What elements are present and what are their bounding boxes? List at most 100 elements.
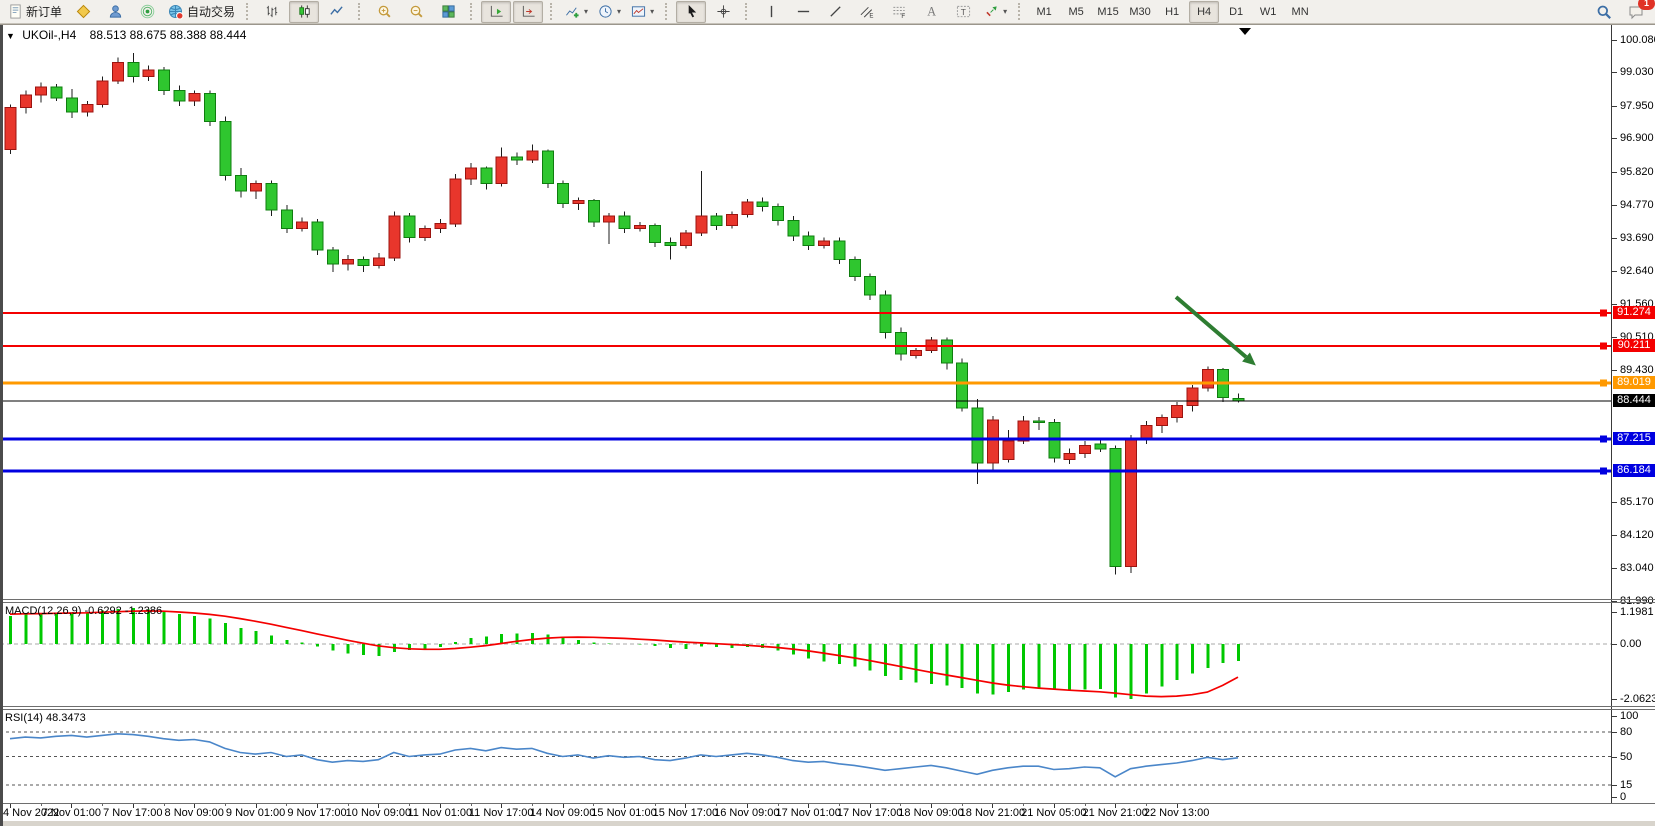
panel-separator[interactable] (0, 709, 1655, 710)
chat-button-wrap: 1 (1621, 1, 1651, 23)
scale-tick (1612, 172, 1617, 173)
chart-shift-marker-icon[interactable] (1239, 28, 1251, 35)
trendline-button[interactable] (820, 1, 850, 23)
scale-tick (1612, 72, 1617, 73)
toolbar-separator (358, 3, 362, 20)
bottom-strip (0, 821, 1655, 826)
scale-tick (1612, 502, 1617, 503)
chevron-down-icon[interactable]: ▾ (650, 7, 654, 16)
chat-unread-badge: 1 (1638, 0, 1655, 10)
scale-tick (1612, 612, 1617, 613)
panel-separator[interactable] (0, 706, 1655, 707)
horizontal-line-objects[interactable] (0, 310, 1611, 475)
timeframe-H1[interactable]: H1 (1157, 1, 1187, 23)
toolbar: 新订单 自动交易 ▾ ▾ ▾ E FA T ▾ M1M5M15M30H1H4D1W1MN 1 (0, 0, 1655, 24)
price-badge: 89.019 (1613, 376, 1655, 389)
timeframe-M1[interactable]: M1 (1029, 1, 1059, 23)
chart-shift-button[interactable] (513, 1, 543, 23)
auto-scroll-button[interactable] (481, 1, 511, 23)
scale-tick (1612, 271, 1617, 272)
timeframe-H4[interactable]: H4 (1189, 1, 1219, 23)
scale-tick (1612, 535, 1617, 536)
scale-tick (1612, 732, 1617, 733)
bars-icon (265, 4, 280, 19)
price-chart[interactable] (0, 25, 1611, 602)
arrow-annotation[interactable] (1176, 297, 1256, 365)
autotrading-button[interactable]: 自动交易 (164, 1, 239, 23)
scale-tick (1612, 138, 1617, 139)
price-scale[interactable]: 100.08099.03097.95096.90095.82094.77093.… (1611, 25, 1655, 803)
rsi-scale-label: 80 (1620, 726, 1632, 738)
templates-button[interactable]: ▾ (627, 1, 658, 23)
rsi-scale-label: 50 (1620, 751, 1632, 763)
time-axis[interactable]: 4 Nov 20227 Nov 01:007 Nov 17:008 Nov 09… (0, 803, 1655, 821)
macd-scale-label: -2.0623 (1620, 693, 1655, 705)
fibonacci-button[interactable]: F (884, 1, 914, 23)
virtual-hosting-button[interactable] (100, 1, 130, 23)
timeframe-D1[interactable]: D1 (1221, 1, 1251, 23)
zoom-in-icon (377, 4, 392, 19)
scale-tick (1612, 337, 1617, 338)
time-label: 16 Nov 09:00 (714, 807, 779, 819)
bar-chart-button[interactable] (257, 1, 287, 23)
periods-button[interactable]: ▾ (594, 1, 625, 23)
person-icon (108, 4, 123, 19)
cursor-button[interactable] (676, 1, 706, 23)
scale-tick (1612, 40, 1617, 41)
timeframe-M5[interactable]: M5 (1061, 1, 1091, 23)
timeframe-M15[interactable]: M15 (1093, 1, 1123, 23)
price-tick-label: 100.080 (1620, 34, 1655, 46)
signals-button[interactable] (132, 1, 162, 23)
panel-separator[interactable] (0, 599, 1655, 600)
rsi-panel[interactable] (0, 709, 1611, 803)
horizontal-line-button[interactable] (788, 1, 818, 23)
mql5-community-button[interactable] (68, 1, 98, 23)
page-icon (8, 4, 23, 19)
tile-windows-button[interactable] (433, 1, 463, 23)
chevron-down-icon[interactable]: ▾ (584, 7, 588, 16)
chartshift-icon (521, 4, 536, 19)
crosshair-button[interactable] (708, 1, 738, 23)
trend-icon (828, 4, 843, 19)
crosshair-icon (716, 4, 731, 19)
svg-text:E: E (869, 13, 873, 19)
template-icon (631, 4, 646, 19)
equidistant-channel-button[interactable]: E (852, 1, 882, 23)
macd-panel[interactable] (0, 602, 1611, 709)
rsi-scale-label: 100 (1620, 710, 1638, 722)
text-a-icon: A (924, 4, 939, 19)
timeframe-MN[interactable]: MN (1285, 1, 1315, 23)
candlestick-chart-button[interactable] (289, 1, 319, 23)
scale-tick (1612, 785, 1617, 786)
panel-separator[interactable] (0, 602, 1655, 603)
axis-border (0, 803, 1655, 804)
zoom-out-button[interactable] (401, 1, 431, 23)
vertical-line-button[interactable] (756, 1, 786, 23)
new-order-button[interactable]: 新订单 (4, 1, 66, 23)
text-button[interactable]: A (916, 1, 946, 23)
line-chart-button[interactable] (321, 1, 351, 23)
toolbar-separator (246, 3, 250, 20)
cursor-icon (684, 4, 699, 19)
scale-tick (1612, 370, 1617, 371)
time-label: 17 Nov 17:00 (837, 807, 902, 819)
shapes-icon (984, 4, 999, 19)
symbol-collapse-icon[interactable]: ▼ (6, 31, 15, 41)
chevron-down-icon[interactable]: ▾ (1003, 7, 1007, 16)
time-label: 14 Nov 09:00 (530, 807, 595, 819)
svg-text:T: T (960, 7, 965, 17)
text-label-button[interactable]: T (948, 1, 978, 23)
chevron-down-icon[interactable]: ▾ (617, 7, 621, 16)
new-order-button-label: 新订单 (26, 3, 62, 20)
indicators-button[interactable]: ▾ (561, 1, 592, 23)
timeframe-M30[interactable]: M30 (1125, 1, 1155, 23)
time-label: 8 Nov 09:00 (165, 807, 224, 819)
time-label: 7 Nov 01:00 (42, 807, 101, 819)
timeframe-W1[interactable]: W1 (1253, 1, 1283, 23)
search-button[interactable] (1589, 1, 1619, 23)
autotrading-button-label: 自动交易 (187, 3, 235, 20)
arrows-button[interactable]: ▾ (980, 1, 1011, 23)
chart-ohlc: 88.513 88.675 88.388 88.444 (90, 28, 247, 42)
zoom-in-button[interactable] (369, 1, 399, 23)
scale-tick (1612, 106, 1617, 107)
